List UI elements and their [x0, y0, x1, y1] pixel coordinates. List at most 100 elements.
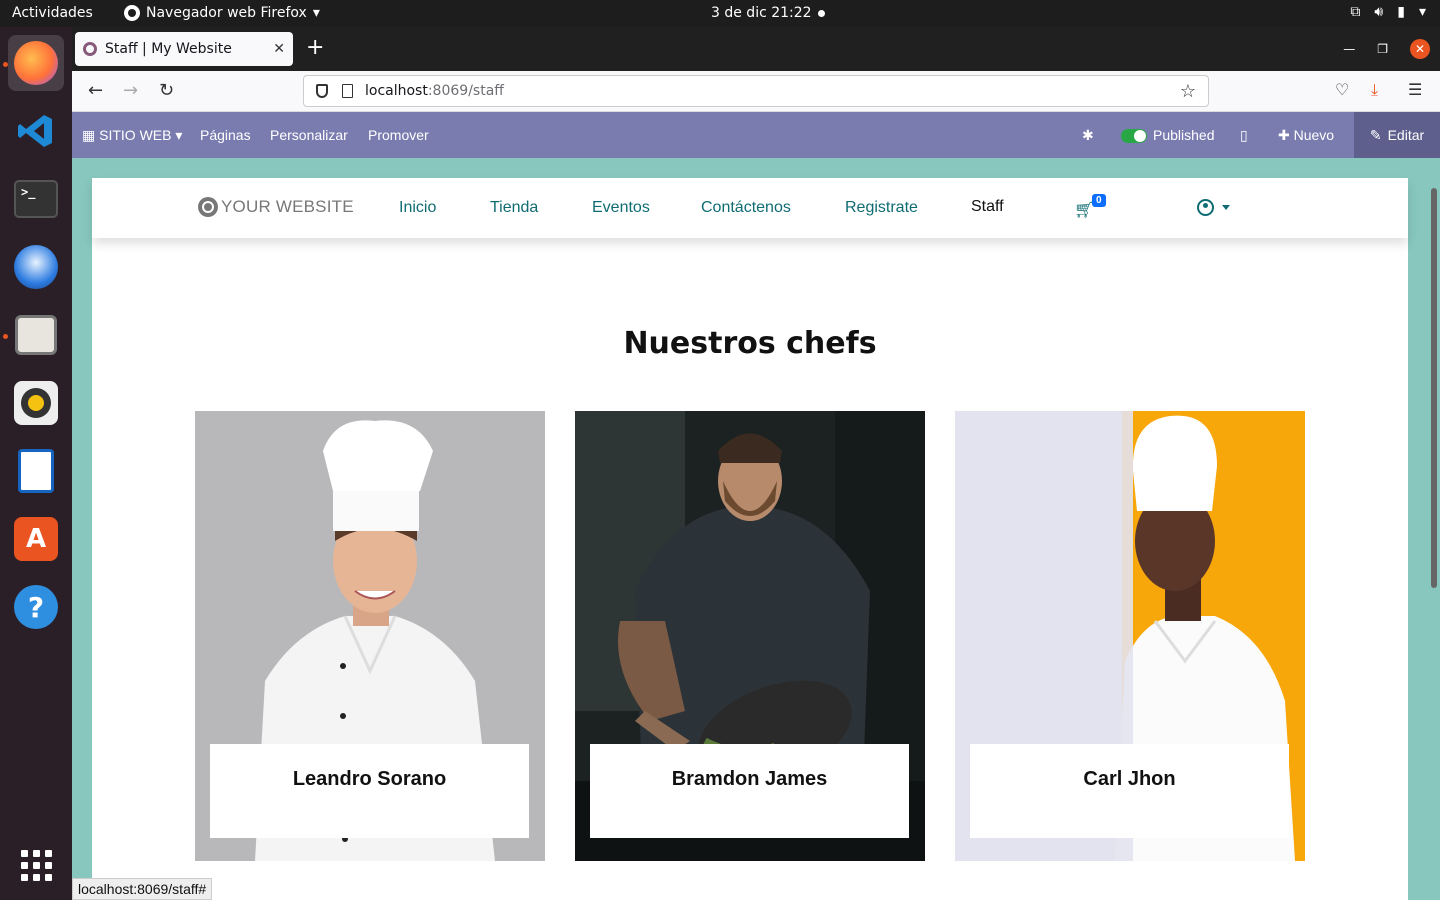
- bug-icon[interactable]: ✱: [1082, 127, 1094, 144]
- battery-icon: ▮: [1397, 4, 1405, 20]
- url-host: localhost: [365, 83, 428, 99]
- tab-strip: Staff | My Website ✕ + — ❐ ✕: [72, 27, 1440, 71]
- nav-contactenos[interactable]: Contáctenos: [701, 199, 791, 217]
- dock-terminal[interactable]: >_: [8, 171, 64, 227]
- new-label: Nuevo: [1293, 127, 1335, 143]
- download-icon[interactable]: ⤓: [1371, 80, 1378, 100]
- bookmark-star-icon[interactable]: ☆: [1180, 81, 1196, 102]
- new-tab-button[interactable]: +: [306, 35, 324, 61]
- help-icon: ?: [14, 585, 58, 629]
- nav-tienda[interactable]: Tienda: [490, 199, 538, 217]
- status-link-preview: localhost:8069/staff#: [72, 878, 213, 900]
- vscode-icon: [14, 109, 58, 153]
- chef-card: Leandro Sorano: [195, 411, 545, 861]
- caret-down-icon: [1222, 205, 1230, 210]
- app-name: Navegador web Firefox: [146, 5, 307, 21]
- page-body: YOUR WEBSITE Inicio Tienda Eventos Contá…: [92, 178, 1408, 900]
- dock-software[interactable]: A: [8, 511, 64, 567]
- system-top-bar: Actividades Navegador web Firefox ▾ 3 de…: [0, 0, 1440, 27]
- page-scrollbar[interactable]: [1431, 188, 1437, 588]
- mobile-preview-icon[interactable]: ▯: [1240, 127, 1248, 144]
- window-controls: — ❐ ✕: [1343, 39, 1430, 59]
- apps-grid-icon: [20, 849, 52, 881]
- page-icon[interactable]: [342, 84, 353, 98]
- globe-icon: [198, 197, 218, 217]
- website-viewport: YOUR WEBSITE Inicio Tienda Eventos Contá…: [72, 158, 1440, 900]
- url-bar[interactable]: localhost:8069/staff ☆: [303, 75, 1209, 107]
- dock-firefox[interactable]: [8, 35, 64, 91]
- scrollbar-thumb[interactable]: [1431, 188, 1437, 588]
- network-icon: ⧉: [1350, 4, 1361, 20]
- shield-icon[interactable]: [316, 84, 328, 98]
- back-button[interactable]: ←: [88, 80, 103, 101]
- forward-button[interactable]: →: [123, 80, 138, 101]
- dock-writer[interactable]: [8, 443, 64, 499]
- terminal-icon: >_: [14, 180, 58, 218]
- chef-name: Carl Jhon: [970, 744, 1289, 838]
- published-toggle[interactable]: Published: [1121, 127, 1215, 144]
- close-window-button[interactable]: ✕: [1410, 39, 1430, 59]
- odoo-favicon-icon: [83, 42, 97, 56]
- edit-button[interactable]: ✎ Editar: [1354, 112, 1440, 158]
- tab-staff[interactable]: Staff | My Website ✕: [75, 32, 293, 66]
- close-tab-icon[interactable]: ✕: [273, 41, 285, 57]
- chef-card: Bramdon James: [575, 411, 925, 861]
- show-apps-button[interactable]: [8, 837, 64, 893]
- nav-eventos[interactable]: Eventos: [592, 199, 650, 217]
- dock-help[interactable]: ?: [8, 579, 64, 635]
- dock-rhythmbox[interactable]: [8, 375, 64, 431]
- caret-down-icon: ▾: [312, 5, 320, 21]
- section-heading: Nuestros chefs: [623, 326, 877, 361]
- activities-button[interactable]: Actividades: [12, 5, 93, 21]
- writer-icon: [18, 449, 54, 493]
- dock-files[interactable]: [8, 307, 64, 363]
- edit-label: Editar: [1387, 127, 1425, 143]
- pocket-icon[interactable]: ♡: [1335, 80, 1349, 99]
- clock[interactable]: 3 de dic 21:22: [711, 5, 812, 21]
- cart-link[interactable]: 🛒︎ 0: [1074, 194, 1106, 220]
- grid-icon: ▦: [82, 127, 96, 143]
- nav-inicio[interactable]: Inicio: [399, 199, 436, 217]
- pages-menu[interactable]: Páginas: [200, 127, 251, 143]
- site-logo[interactable]: YOUR WEBSITE: [198, 197, 354, 217]
- reload-button[interactable]: ↻: [159, 80, 174, 101]
- nav-registrate[interactable]: Registrate: [845, 199, 918, 217]
- system-tray[interactable]: ⧉ 🔊︎ ▮ ▾: [1350, 4, 1426, 20]
- cart-count-badge: 0: [1092, 194, 1106, 207]
- user-menu[interactable]: [1197, 199, 1230, 216]
- hamburger-menu-icon[interactable]: ☰: [1408, 80, 1422, 99]
- app-menu[interactable]: Navegador web Firefox ▾: [124, 5, 320, 21]
- rhythmbox-icon: [14, 381, 58, 425]
- plus-icon: ✚: [1278, 127, 1290, 143]
- published-label: Published: [1153, 127, 1215, 143]
- odoo-admin-bar: ▦ SITIO WEB ▾ Páginas Personalizar Promo…: [72, 112, 1440, 158]
- dock-thunderbird[interactable]: [8, 239, 64, 295]
- logo-text: YOUR WEBSITE: [221, 197, 354, 216]
- website-menu-label: SITIO WEB: [99, 127, 172, 143]
- maximize-button[interactable]: ❐: [1377, 42, 1388, 56]
- dock-vscode[interactable]: [8, 103, 64, 159]
- site-header: YOUR WEBSITE Inicio Tienda Eventos Contá…: [92, 178, 1408, 238]
- chef-name: Bramdon James: [590, 744, 909, 838]
- tab-title: Staff | My Website: [105, 41, 232, 57]
- chef-card: Carl Jhon: [955, 411, 1305, 861]
- new-button[interactable]: ✚ Nuevo: [1278, 127, 1334, 144]
- toggle-switch-icon: [1121, 129, 1147, 144]
- files-icon: [15, 315, 57, 355]
- minimize-button[interactable]: —: [1343, 42, 1355, 56]
- caret-down-icon: ▾: [175, 127, 183, 143]
- firefox-icon: [14, 41, 58, 85]
- nav-staff[interactable]: Staff: [971, 198, 1004, 216]
- pencil-icon: ✎: [1369, 126, 1382, 143]
- notification-dot: [818, 10, 825, 17]
- url-path: :8069/staff: [427, 83, 504, 99]
- user-circle-icon: [1197, 199, 1214, 216]
- customize-menu[interactable]: Personalizar: [270, 127, 348, 143]
- volume-icon: 🔊︎: [1374, 4, 1384, 20]
- promote-menu[interactable]: Promover: [368, 127, 429, 143]
- firefox-window: Staff | My Website ✕ + — ❐ ✕ ← → ↻ local…: [72, 27, 1440, 900]
- software-icon: A: [14, 517, 58, 561]
- firefox-small-icon: [124, 5, 140, 21]
- website-menu[interactable]: ▦ SITIO WEB ▾: [82, 127, 182, 144]
- thunderbird-icon: [14, 245, 58, 289]
